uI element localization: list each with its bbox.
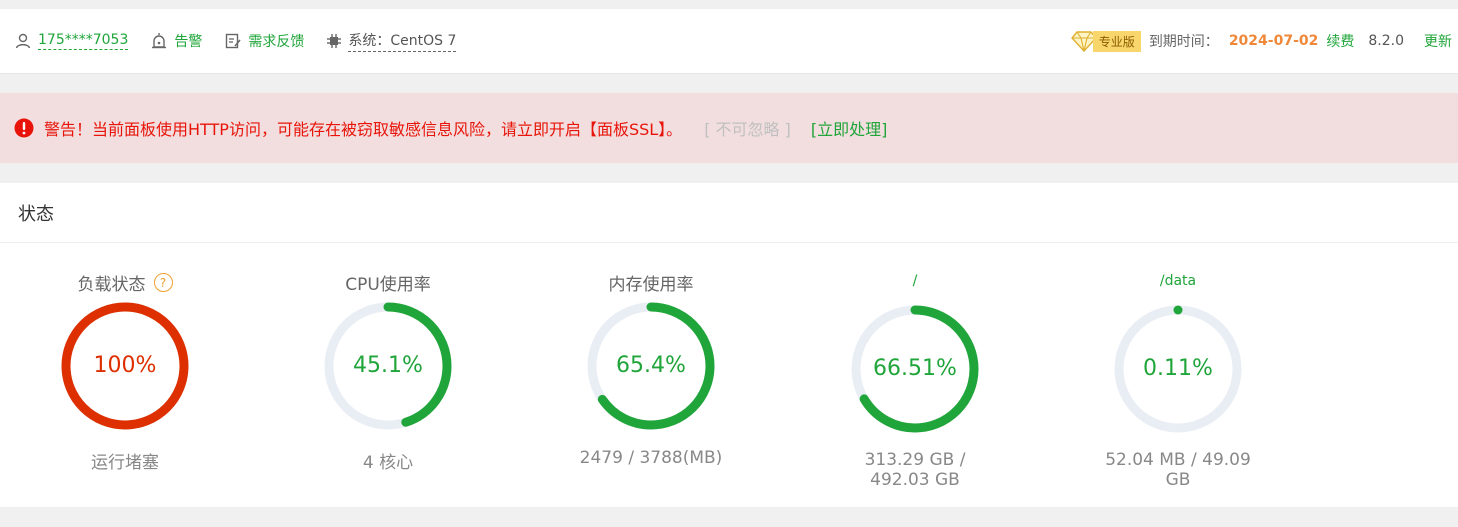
- chip-icon: [327, 34, 342, 48]
- gauge-value: 65.4%: [616, 353, 686, 378]
- gauge-title-text: 内存使用率: [608, 275, 694, 295]
- gauge-title: /: [835, 273, 995, 289]
- status-panel: 状态 负载状态 ? 100% 运行堵塞 CPU使用率 45.1% 4 核心 内存…: [0, 183, 1458, 507]
- gauge-subtitle: 4 核心: [362, 453, 414, 473]
- edit-icon: [226, 33, 241, 49]
- alarm-label: 告警: [174, 34, 203, 50]
- gauge-value: 45.1%: [353, 353, 423, 378]
- user-name[interactable]: 175****7053: [38, 32, 129, 50]
- gauge-subtitle: 2479 / 3788(MB): [579, 448, 723, 468]
- version-number: 8.2.0: [1368, 33, 1404, 49]
- alert-ignore-label: [ 不可忽略 ]: [704, 120, 791, 139]
- alarm-link[interactable]: 告警: [150, 31, 202, 51]
- edition-label: 专业版: [1092, 30, 1141, 52]
- user-icon: [15, 33, 31, 49]
- expire-date: 2024-07-02: [1228, 33, 1319, 49]
- gauge-value: 100%: [93, 353, 157, 378]
- alert-message: 警告！当前面板使用HTTP访问，可能存在被窃取敏感信息风险，请立即开启【面板SS…: [44, 120, 683, 139]
- gauge-title: CPU使用率: [308, 270, 468, 295]
- gauge-title: 负载状态 ?: [45, 270, 205, 295]
- edition-badge[interactable]: 专业版: [1070, 30, 1141, 52]
- expire-label: 到期时间：: [1148, 34, 1219, 50]
- feedback-label: 需求反馈: [248, 34, 305, 50]
- gauge-arc: [1173, 305, 1183, 315]
- user-menu[interactable]: 175****7053: [14, 32, 129, 50]
- gauge-title-text: CPU使用率: [345, 275, 431, 295]
- ssl-warning-alert: 警告！当前面板使用HTTP访问，可能存在被窃取敏感信息风险，请立即开启【面板SS…: [0, 93, 1458, 163]
- gauge-title-text: /: [912, 273, 918, 289]
- gauge-title-text: /data: [1159, 273, 1197, 289]
- system-label: 系统：CentOS 7: [348, 30, 457, 52]
- gauge-value: 0.11%: [1143, 356, 1213, 381]
- renew-link[interactable]: 续费: [1326, 31, 1354, 51]
- top-bar: 175****7053 告警 需求反馈 系统：CentOS 7 专业版 到期时间…: [0, 9, 1458, 74]
- gauge-value: 66.51%: [873, 356, 957, 381]
- system-info: 系统：CentOS 7: [326, 30, 457, 52]
- gauge-subtitle: 52.04 MB / 49.09 GB: [1105, 450, 1251, 490]
- alarm-icon: [152, 33, 167, 49]
- gauge-title: 内存使用率: [571, 270, 731, 295]
- feedback-link[interactable]: 需求反馈: [224, 31, 304, 51]
- alert-fix-now-link[interactable]: [立即处理]: [811, 116, 888, 140]
- gauge-subtitle: 313.29 GB / 492.03 GB: [864, 450, 966, 490]
- gauge-title-text: 负载状态: [77, 275, 146, 295]
- gauge-subtitle: 运行堵塞: [91, 453, 159, 473]
- help-icon[interactable]: ?: [153, 273, 173, 292]
- warning-icon: [14, 118, 34, 138]
- status-title: 状态: [0, 183, 1458, 243]
- gauge-title: /data: [1098, 273, 1258, 289]
- update-link[interactable]: 更新: [1424, 31, 1452, 51]
